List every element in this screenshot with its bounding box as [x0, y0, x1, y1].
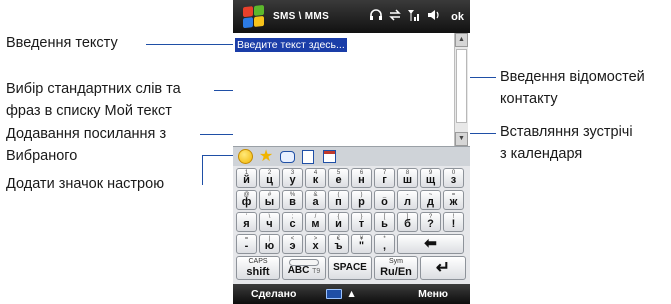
- space-key[interactable]: SPACE: [328, 256, 372, 280]
- key[interactable]: ] б: [397, 212, 418, 232]
- scroll-thumb[interactable]: [456, 49, 467, 123]
- key[interactable]: ' я: [236, 212, 257, 232]
- key[interactable]: 9щ: [420, 168, 441, 188]
- contact-card-icon[interactable]: [300, 149, 316, 165]
- keyboard-icon: [326, 289, 343, 299]
- key[interactable]: = ж: [443, 190, 464, 210]
- message-compose-area: Введите текст здесь... ▲ ▼: [233, 33, 470, 146]
- callout-calendar-line1: Вставляння зустрічі: [500, 124, 633, 140]
- scroll-up-button[interactable]: ▲: [455, 33, 468, 47]
- windows-start-icon[interactable]: [243, 4, 265, 28]
- key[interactable]: ; с: [282, 212, 303, 232]
- key[interactable]: _ о: [374, 190, 395, 210]
- key[interactable]: 3у: [282, 168, 303, 188]
- key[interactable]: & а: [305, 190, 326, 210]
- key[interactable]: 0з: [443, 168, 464, 188]
- key[interactable]: 1й: [236, 168, 257, 188]
- callout-text-input: Введення тексту: [6, 35, 118, 51]
- key[interactable]: -л: [397, 190, 418, 210]
- win-logo-blue: [243, 16, 253, 28]
- callout-favorites-line2: Вибраного: [6, 148, 78, 164]
- leader-text-input: [146, 44, 244, 45]
- keyboard-row-5: CAPS shift ABC T9 SPACE Sym Ru/En ↵: [236, 256, 468, 280]
- sym-language-key[interactable]: Sym Ru/En: [374, 256, 418, 280]
- key[interactable]: > х: [305, 234, 326, 254]
- callout-my-text-line1: Вибір стандартних слів та: [6, 81, 181, 97]
- key[interactable]: \ ч: [259, 212, 280, 232]
- win-logo-red: [243, 5, 253, 17]
- key[interactable]: (п: [328, 190, 349, 210]
- softkey-bar: Сделано ▲ Меню: [233, 284, 470, 304]
- key[interactable]: } т: [351, 212, 372, 232]
- my-text-icon[interactable]: [279, 149, 295, 165]
- speaker-icon: [427, 9, 441, 24]
- soft-keyboard: 1й 2ц 3у 4к 5е 6н 7г 8ш 9щ 0з @ ф # ы % в &…: [233, 166, 470, 284]
- app-title: SMS \ MMS: [273, 11, 330, 22]
- enter-icon: ↵: [435, 258, 451, 277]
- callout-emoticon: Додати значок настрою: [6, 176, 165, 192]
- menu-softkey[interactable]: Меню: [418, 288, 448, 300]
- done-softkey[interactable]: Сделано: [251, 288, 296, 300]
- key[interactable]: 2ц: [259, 168, 280, 188]
- key[interactable]: % в: [282, 190, 303, 210]
- key[interactable]: 4к: [305, 168, 326, 188]
- key[interactable]: ~ д: [420, 190, 441, 210]
- key[interactable]: € ъ: [328, 234, 349, 254]
- headset-icon: [369, 9, 383, 24]
- phone-screen: SMS \ MMS ok Введите текст здесь... ▲ ▼: [233, 0, 470, 304]
- key[interactable]: *,: [374, 234, 395, 254]
- leader-emoticon-v: [202, 155, 203, 185]
- key[interactable]: ¥ ": [351, 234, 372, 254]
- caps-shift-key[interactable]: CAPS shift: [236, 256, 280, 280]
- key[interactable]: {и: [328, 212, 349, 232]
- key[interactable]: 7г: [374, 168, 395, 188]
- keyboard-row-1: 1й 2ц 3у 4к 5е 6н 7г 8ш 9щ 0з: [236, 168, 468, 188]
- callout-my-text-line2: фраз в списку Мой текст: [6, 103, 172, 119]
- callout-calendar-line2: з календаря: [500, 146, 583, 162]
- enter-key[interactable]: ↵: [420, 256, 466, 280]
- input-mode-key[interactable]: ABC T9: [282, 256, 326, 280]
- keyboard-toggle-button[interactable]: ▲: [326, 288, 357, 300]
- key[interactable]: 5е: [328, 168, 349, 188]
- key[interactable]: # ы: [259, 190, 280, 210]
- key[interactable]: @ ф: [236, 190, 257, 210]
- key[interactable]: ??: [420, 212, 441, 232]
- title-bar: SMS \ MMS ok: [233, 0, 470, 33]
- status-icons: ok: [369, 9, 464, 24]
- scrollbar[interactable]: ▲ ▼: [454, 33, 468, 146]
- key[interactable]: 8ш: [397, 168, 418, 188]
- win-logo-green: [254, 4, 264, 16]
- message-placeholder: Введите текст здесь...: [235, 38, 347, 52]
- backspace-icon: ⬅: [424, 235, 437, 252]
- ok-button[interactable]: ok: [451, 11, 464, 23]
- insert-toolbar: ★: [233, 146, 470, 166]
- message-text-input[interactable]: Введите текст здесь...: [235, 35, 453, 142]
- sync-icon: [389, 9, 401, 24]
- win-logo-yellow: [254, 15, 264, 27]
- callout-contact-line2: контакту: [500, 91, 558, 107]
- key[interactable]: = -: [236, 234, 257, 254]
- key[interactable]: ) р: [351, 190, 372, 210]
- scroll-down-button[interactable]: ▼: [455, 132, 468, 146]
- favorites-star-icon[interactable]: ★: [258, 148, 274, 165]
- key[interactable]: !!: [443, 212, 464, 232]
- calendar-icon[interactable]: [321, 149, 337, 165]
- arrow-up-icon: ▲: [346, 288, 357, 300]
- signal-icon: [407, 9, 421, 24]
- key[interactable]: < э: [282, 234, 303, 254]
- keyboard-row-2: @ ф # ы % в & а (п ) р _ о -л ~ д = ж: [236, 190, 468, 210]
- callout-favorites-line1: Додавання посилання з: [6, 126, 167, 142]
- backspace-key[interactable]: ⬅: [397, 234, 464, 254]
- keyboard-row-4: = - | ю < э > х € ъ ¥ " *, ⬅: [236, 234, 468, 254]
- keyboard-row-3: ' я \ ч ; с / м {и } т [ь ] б ?? !!: [236, 212, 468, 232]
- key[interactable]: [ь: [374, 212, 395, 232]
- key[interactable]: / м: [305, 212, 326, 232]
- key[interactable]: 6н: [351, 168, 372, 188]
- emoticon-icon[interactable]: [237, 149, 253, 165]
- callout-contact-line1: Введення відомостей: [500, 69, 645, 85]
- key[interactable]: | ю: [259, 234, 280, 254]
